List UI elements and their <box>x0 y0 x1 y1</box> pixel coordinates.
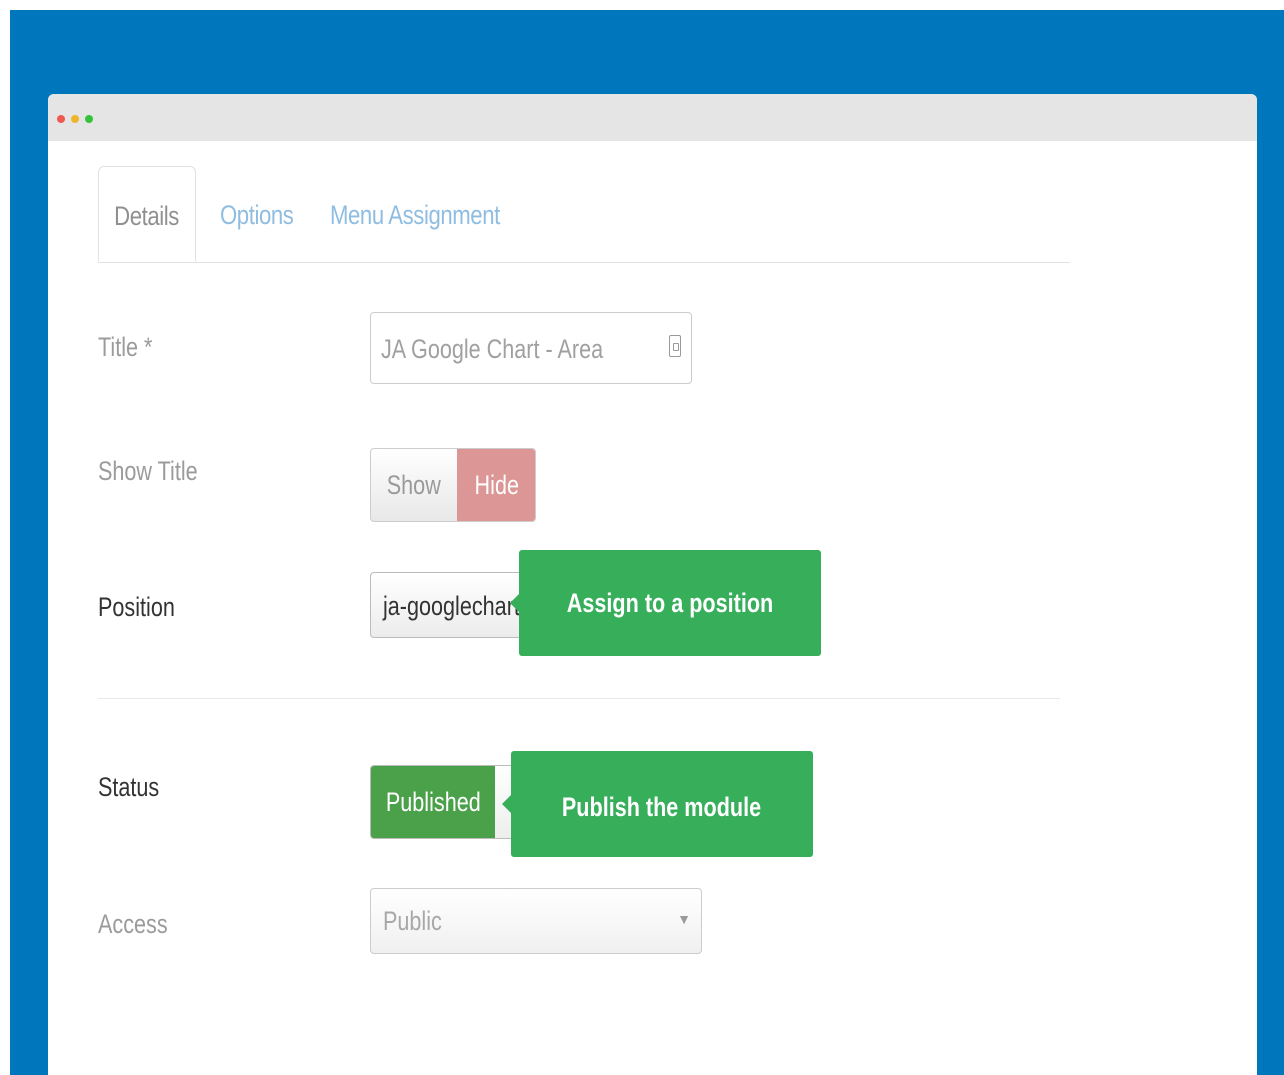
status-label: Status <box>98 772 160 802</box>
title-input-value: JA Google Chart - Area <box>381 334 604 364</box>
status-tooltip: Publish the module <box>502 751 813 857</box>
position-select[interactable]: ja-googlechart <box>370 572 530 638</box>
title-label: Title * <box>98 332 153 362</box>
access-select-value: Public <box>383 906 442 936</box>
access-label: Access <box>98 909 168 939</box>
position-tooltip: Assign to a position <box>510 550 821 656</box>
window-titlebar <box>48 94 1257 141</box>
tab-menu-assignment[interactable]: Menu Assignment <box>330 166 500 262</box>
browser-window: Details Options Menu Assignment Title * … <box>48 94 1257 1075</box>
hide-option-label: Hide <box>474 470 520 500</box>
hide-option-button[interactable]: Hide <box>457 449 535 521</box>
status-tooltip-text: Publish the module <box>562 792 762 822</box>
show-option-button[interactable]: Show <box>371 449 457 521</box>
contact-card-icon <box>669 335 681 357</box>
title-input[interactable]: JA Google Chart - Area <box>370 312 692 384</box>
position-label: Position <box>98 592 175 622</box>
published-button[interactable]: Published <box>371 766 495 838</box>
show-title-label: Show Title <box>98 456 198 486</box>
close-dot-icon[interactable] <box>57 115 65 123</box>
show-title-toggle: Show Hide <box>370 448 536 522</box>
tab-details-label: Details <box>114 201 180 231</box>
published-label: Published <box>385 787 481 817</box>
tab-bar: Details Options Menu Assignment <box>98 166 1070 263</box>
access-select[interactable]: Public ▼ <box>370 888 702 954</box>
tab-details[interactable]: Details <box>98 166 196 262</box>
show-option-label: Show <box>386 470 442 500</box>
position-tooltip-text: Assign to a position <box>566 588 774 618</box>
maximize-dot-icon[interactable] <box>85 115 93 123</box>
position-select-value: ja-googlechart <box>383 591 520 621</box>
tab-options[interactable]: Options <box>220 166 294 262</box>
section-divider <box>98 698 1060 699</box>
chevron-down-icon: ▼ <box>677 911 691 927</box>
minimize-dot-icon[interactable] <box>71 115 79 123</box>
